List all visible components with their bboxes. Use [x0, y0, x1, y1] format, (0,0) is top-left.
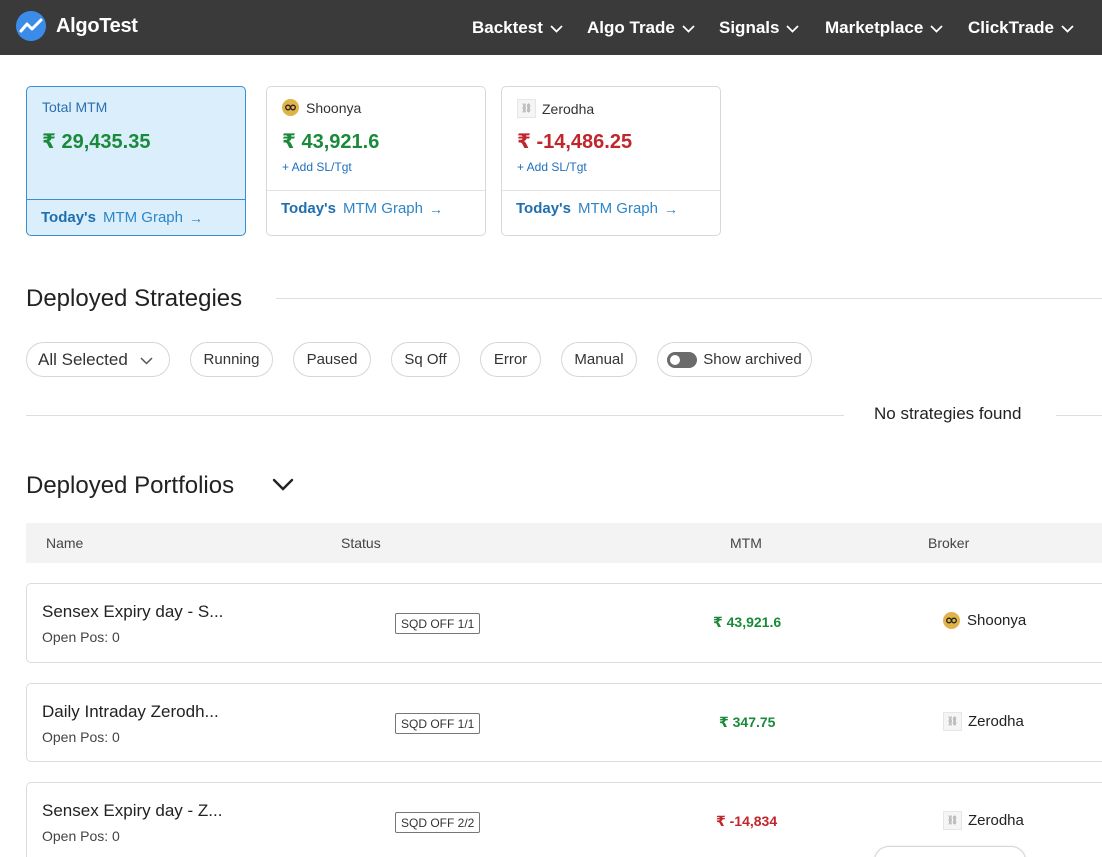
status-badge: SQD OFF 1/1	[395, 713, 481, 734]
portfolio-row[interactable]: Sensex Expiry day - S... Open Pos: 0 SQD…	[26, 583, 1102, 663]
mtm-graph-link[interactable]: Today's MTM Graph →	[41, 209, 203, 226]
mtm-graph-link-label: MTM Graph	[577, 200, 658, 217]
column-header-status: Status	[341, 535, 381, 551]
zerodha-broker-icon: ⛓	[943, 811, 962, 830]
zerodha-mtm-card[interactable]: ⛓ Zerodha ₹ -14,486.25 + Add SL/Tgt Toda…	[501, 86, 721, 236]
arrow-right-icon: →	[188, 209, 203, 226]
mtm-graph-link[interactable]: Today's MTM Graph →	[281, 200, 443, 217]
broker-name: Zerodha	[968, 713, 1024, 730]
portfolio-mtm: ₹ -14,834	[716, 813, 778, 829]
chevron-down-icon	[786, 18, 800, 38]
nav-algo-trade-label: Algo Trade	[587, 17, 675, 37]
floating-action-button[interactable]	[874, 846, 1026, 857]
card-title-text: Shoonya	[306, 99, 362, 116]
portfolio-name[interactable]: Sensex Expiry day - Z...	[42, 801, 222, 821]
portfolio-table-header: Name Status MTM Broker	[26, 523, 1102, 563]
mtm-graph-link-prefix: Today's	[41, 209, 96, 226]
nav-clicktrade-label: ClickTrade	[968, 17, 1054, 37]
portfolio-mtm: ₹ 43,921.6	[713, 614, 782, 630]
filter-error[interactable]: Error	[480, 342, 541, 377]
portfolio-mtm: ₹ 347.75	[719, 714, 776, 730]
zerodha-broker-icon: ⛓	[943, 712, 962, 731]
column-header-mtm: MTM	[730, 535, 762, 551]
arrow-right-icon: →	[663, 200, 678, 217]
collapse-portfolios-chevron-icon[interactable]	[272, 478, 294, 497]
total-mtm-card[interactable]: Total MTM ₹ 29,435.35 Today's MTM Graph …	[26, 86, 246, 236]
nav-signals-label: Signals	[719, 17, 780, 37]
deployed-strategies-heading: Deployed Strategies	[26, 285, 243, 312]
nav-clicktrade[interactable]: ClickTrade	[968, 0, 1074, 55]
filter-manual[interactable]: Manual	[561, 342, 637, 377]
add-sl-tgt-link[interactable]: + Add SL/Tgt	[517, 160, 587, 174]
portfolio-broker: Shoonya	[943, 612, 1026, 629]
chevron-down-icon	[550, 18, 563, 38]
portfolio-row[interactable]: Daily Intraday Zerodh... Open Pos: 0 SQD…	[26, 683, 1102, 762]
card-divider	[27, 199, 245, 200]
zerodha-broker-icon: ⛓	[517, 99, 536, 118]
broker-name: Shoonya	[967, 612, 1027, 629]
filter-paused[interactable]: Paused	[293, 342, 371, 377]
total-mtm-value: ₹ 29,435.35	[42, 131, 151, 153]
mtm-graph-link-prefix: Today's	[281, 200, 336, 217]
card-title: ⛓ Zerodha	[517, 99, 594, 118]
status-badge: SQD OFF 2/2	[395, 812, 481, 833]
card-divider	[502, 190, 720, 191]
nav-backtest[interactable]: Backtest	[472, 0, 563, 55]
nav-marketplace-label: Marketplace	[825, 17, 924, 37]
nav-backtest-label: Backtest	[472, 17, 543, 37]
shoonya-broker-icon	[943, 612, 960, 629]
chevron-down-icon	[1061, 18, 1074, 38]
card-title: Total MTM	[42, 99, 108, 115]
broker-name: Zerodha	[968, 812, 1024, 829]
open-positions: Open Pos: 0	[42, 629, 120, 645]
strategy-filter-select[interactable]: All Selected	[26, 342, 170, 377]
chevron-down-icon	[930, 18, 943, 38]
algotest-logo[interactable]: AlgoTest	[16, 10, 138, 42]
portfolio-broker: ⛓ Zerodha	[943, 712, 1024, 731]
column-header-broker: Broker	[928, 535, 970, 551]
nav-algo-trade[interactable]: Algo Trade	[587, 0, 695, 55]
nav-marketplace[interactable]: Marketplace	[825, 0, 943, 55]
open-positions: Open Pos: 0	[42, 729, 120, 745]
mtm-graph-link[interactable]: Today's MTM Graph →	[516, 200, 678, 217]
top-navbar: AlgoTest Backtest Algo Trade Signals Mar…	[0, 0, 1102, 55]
strategy-filter-select-value: All Selected	[38, 349, 128, 369]
status-badge: SQD OFF 1/1	[395, 613, 481, 634]
portfolio-name[interactable]: Sensex Expiry day - S...	[42, 602, 223, 622]
card-title-text: Zerodha	[542, 100, 595, 117]
open-positions: Open Pos: 0	[42, 828, 120, 844]
show-archived-label: Show archived	[703, 351, 802, 368]
portfolio-name[interactable]: Daily Intraday Zerodh...	[42, 702, 219, 722]
app-name: AlgoTest	[56, 14, 138, 37]
deployed-portfolios-heading: Deployed Portfolios	[26, 472, 235, 499]
algotest-logo-icon	[16, 11, 46, 41]
arrow-right-icon: →	[428, 200, 443, 217]
mtm-graph-link-prefix: Today's	[516, 200, 571, 217]
card-title: Shoonya	[282, 99, 361, 116]
card-divider	[267, 190, 485, 191]
chevron-down-icon	[682, 18, 695, 38]
mtm-graph-link-label: MTM Graph	[102, 209, 183, 226]
shoonya-mtm-value: ₹ 43,921.6	[282, 131, 380, 153]
section-divider	[276, 298, 1102, 299]
toggle-switch[interactable]	[667, 351, 698, 368]
empty-state-rule-left	[26, 415, 844, 416]
shoonya-mtm-card[interactable]: Shoonya ₹ 43,921.6 + Add SL/Tgt Today's …	[266, 86, 486, 236]
mtm-graph-link-label: MTM Graph	[342, 200, 423, 217]
portfolio-broker: ⛓ Zerodha	[943, 811, 1024, 830]
filter-running[interactable]: Running	[190, 342, 273, 377]
empty-strategies-message: No strategies found	[874, 404, 1022, 423]
nav-signals[interactable]: Signals	[719, 0, 800, 55]
shoonya-broker-icon	[282, 99, 299, 116]
zerodha-mtm-value: ₹ -14,486.25	[517, 131, 633, 153]
empty-state-rule-right	[1056, 415, 1102, 416]
filter-sq-off[interactable]: Sq Off	[391, 342, 460, 377]
show-archived-toggle[interactable]: Show archived	[657, 342, 812, 377]
add-sl-tgt-link[interactable]: + Add SL/Tgt	[282, 160, 352, 174]
chevron-down-icon	[140, 350, 153, 370]
column-header-name: Name	[46, 535, 84, 551]
